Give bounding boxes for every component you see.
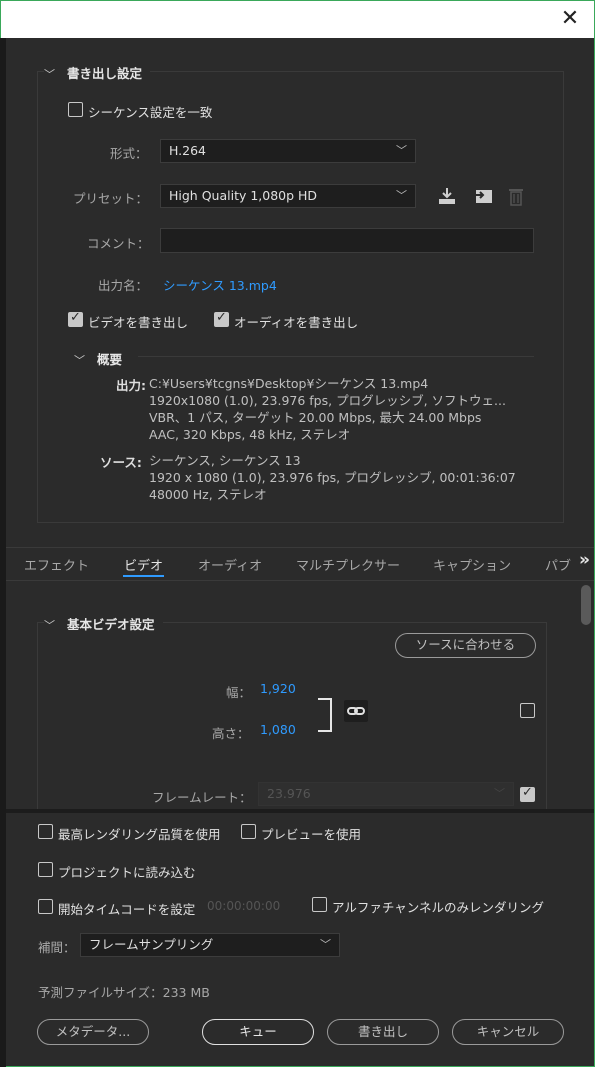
export-settings-title: 書き出し設定 [66, 66, 142, 81]
use-previews-checkbox[interactable] [241, 824, 256, 839]
start-timecode-value[interactable]: 00:00:00:00 [207, 899, 280, 913]
alpha-only-checkbox[interactable] [312, 897, 327, 912]
summary-output-line: C:¥Users¥tcgns¥Desktop¥シーケンス 13.mp4 [149, 376, 429, 391]
preset-label: プリセット： [73, 191, 149, 206]
tab-video-underline [123, 575, 164, 577]
export-settings-header[interactable]: ﹀ 書き出し設定 [44, 63, 150, 82]
summary-title: 概要 [96, 352, 122, 367]
comment-field[interactable] [160, 228, 534, 253]
summary-output-line: AAC, 320 Kbps, 48 kHz, ステレオ [149, 427, 351, 442]
format-label: 形式： [110, 146, 148, 161]
tab-audio[interactable]: オーディオ [198, 555, 262, 574]
max-render-quality-checkbox[interactable] [38, 824, 53, 839]
summary-output-key: 出力: [116, 378, 146, 393]
summary-source-line: シーケンス, シーケンス 13 [149, 453, 301, 468]
summary-source-line: 48000 Hz, ステレオ [149, 487, 267, 502]
export-video-checkbox[interactable] [68, 310, 83, 327]
close-icon[interactable]: ✕ [558, 7, 582, 31]
summary-divider [138, 356, 534, 357]
width-label: 幅： [226, 685, 252, 700]
import-into-project-label: プロジェクトに読み込む [58, 865, 196, 880]
tab-captions[interactable]: キャプション [433, 555, 511, 574]
summary-output-line: 1920x1080 (1.0), 23.976 fps, プログレッシブ, ソフ… [149, 393, 506, 408]
format-value: H.264 [169, 143, 207, 158]
match-sequence-checkbox[interactable] [68, 102, 83, 117]
height-value[interactable]: 1,080 [260, 722, 296, 737]
frame-rate-label: フレームレート： [152, 790, 252, 805]
dimension-bracket [318, 698, 332, 732]
tab-video[interactable]: ビデオ [124, 555, 163, 574]
metadata-button[interactable]: メタデータ... [37, 1019, 149, 1045]
chevron-down-icon: ﹀ [494, 787, 505, 800]
match-sequence-label: シーケンス設定を一致 [88, 105, 213, 120]
chevron-down-icon: ﹀ [396, 189, 407, 202]
chevron-down-icon: ﹀ [44, 619, 55, 632]
width-value[interactable]: 1,920 [260, 681, 296, 696]
start-timecode-label: 開始タイムコードを設定 [58, 902, 196, 917]
chain-link-icon [347, 707, 365, 715]
preset-value: High Quality 1,080p HD [169, 188, 318, 203]
frame-size-override-checkbox[interactable] [520, 703, 535, 718]
summary-source-block: シーケンス, シーケンス 13 1920 x 1080 (1.0), 23.97… [149, 452, 516, 503]
basic-video-header[interactable]: ﹀ 基本ビデオ設定 [44, 614, 163, 633]
frame-rate-override-checkbox[interactable] [520, 785, 535, 802]
summary-source-key: ソース: [100, 455, 142, 470]
output-name-link[interactable]: シーケンス 13.mp4 [163, 275, 277, 294]
tab-multiplexer[interactable]: マルチプレクサー [296, 555, 400, 574]
max-render-quality-label: 最高レンダリング品質を使用 [58, 827, 221, 842]
estimated-file-size-label: 予測ファイルサイズ：233 MB [38, 982, 210, 1001]
interpolation-value: フレームサンプリング [89, 937, 214, 952]
use-previews-label: プレビューを使用 [261, 827, 362, 842]
cancel-button[interactable]: キャンセル [452, 1019, 564, 1045]
tab-effects[interactable]: エフェクト [24, 555, 89, 574]
save-preset-icon[interactable] [437, 186, 457, 206]
tab-publish[interactable]: パブ [545, 555, 571, 574]
export-audio-label: オーディオを書き出し [234, 315, 359, 330]
summary-output-line: VBR、1 パス, ターゲット 20.00 Mbps, 最大 24.00 Mbp… [149, 410, 482, 425]
match-source-button[interactable]: ソースに合わせる [395, 633, 536, 658]
queue-button[interactable]: キュー [202, 1019, 314, 1045]
delete-preset-icon[interactable] [508, 186, 524, 206]
title-bar: ✕ [0, 0, 595, 38]
export-audio-checkbox[interactable] [214, 310, 229, 327]
scrollbar-thumb[interactable] [581, 585, 591, 625]
tabs-top-divider [6, 547, 594, 548]
chevron-down-icon: ﹀ [320, 938, 331, 951]
chevron-down-icon: ﹀ [396, 144, 407, 157]
alpha-only-label: アルファチャンネルのみレンダリング [332, 900, 545, 915]
interpolation-label: 補間： [38, 940, 76, 955]
format-dropdown[interactable]: H.264 ﹀ [160, 139, 416, 163]
file-size-value: 233 MB [162, 985, 210, 1000]
summary-source-line: 1920 x 1080 (1.0), 23.976 fps, プログレッシブ, … [149, 470, 516, 485]
import-preset-icon[interactable] [472, 186, 494, 206]
frame-rate-dropdown[interactable]: 23.976 ﹀ [258, 782, 514, 806]
export-button[interactable]: 書き出し [327, 1019, 439, 1045]
tabs-overflow-icon[interactable]: » [577, 550, 590, 570]
interpolation-dropdown[interactable]: フレームサンプリング ﹀ [80, 933, 340, 957]
start-timecode-checkbox[interactable] [38, 899, 53, 914]
height-label: 高さ： [212, 726, 250, 741]
basic-video-title: 基本ビデオ設定 [66, 617, 155, 632]
output-name-label: 出力名： [98, 278, 149, 293]
frame-rate-value: 23.976 [267, 786, 311, 801]
link-icon[interactable] [344, 700, 368, 722]
chevron-down-icon: ﹀ [44, 68, 55, 81]
summary-header[interactable]: ﹀ 概要 [74, 349, 122, 368]
preset-dropdown[interactable]: High Quality 1,080p HD ﹀ [160, 184, 416, 208]
summary-output-block: C:¥Users¥tcgns¥Desktop¥シーケンス 13.mp4 1920… [149, 375, 506, 443]
file-size-label: 予測ファイルサイズ： [38, 985, 163, 1000]
comment-label: コメント： [87, 236, 150, 251]
chevron-down-icon: ﹀ [74, 354, 85, 367]
export-video-label: ビデオを書き出し [88, 315, 189, 330]
import-into-project-checkbox[interactable] [38, 862, 53, 877]
